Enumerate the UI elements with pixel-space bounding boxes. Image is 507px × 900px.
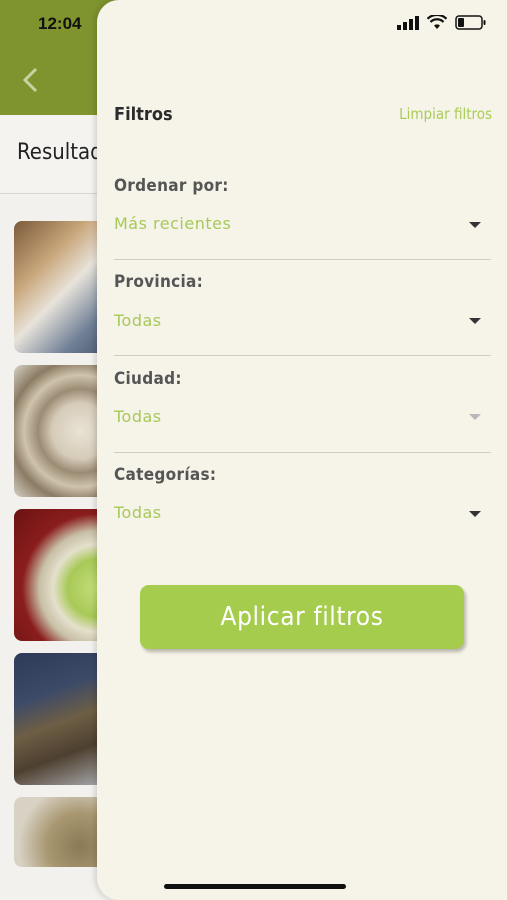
battery-icon	[455, 15, 486, 30]
category-label: Categorías:	[114, 465, 217, 485]
divider	[114, 355, 491, 356]
divider	[114, 452, 491, 453]
city-label: Ciudad:	[114, 369, 182, 389]
province-value: Todas	[114, 311, 162, 330]
chevron-down-icon	[469, 222, 481, 228]
apply-filters-button[interactable]: Aplicar filtros	[140, 585, 464, 649]
signal-icon	[397, 15, 419, 30]
clear-filters-link[interactable]: Limpiar filtros	[399, 105, 492, 123]
back-arrow-icon[interactable]	[20, 66, 42, 94]
divider	[114, 259, 491, 260]
province-label: Provincia:	[114, 272, 204, 292]
status-icons	[397, 15, 487, 30]
sort-value: Más recientes	[114, 214, 232, 233]
results-title: Resultad	[17, 140, 103, 165]
filters-title: Filtros	[114, 104, 173, 125]
wifi-icon	[427, 15, 447, 29]
home-indicator	[164, 884, 346, 889]
filters-panel: Filtros Limpiar filtros Ordenar por: Más…	[97, 0, 507, 900]
sort-label: Ordenar por:	[114, 176, 229, 196]
chevron-down-icon	[469, 318, 481, 324]
city-value: Todas	[114, 407, 162, 426]
category-value: Todas	[114, 503, 162, 522]
chevron-down-icon	[469, 414, 481, 420]
status-time: 12:04	[38, 14, 82, 33]
chevron-down-icon	[469, 511, 481, 517]
